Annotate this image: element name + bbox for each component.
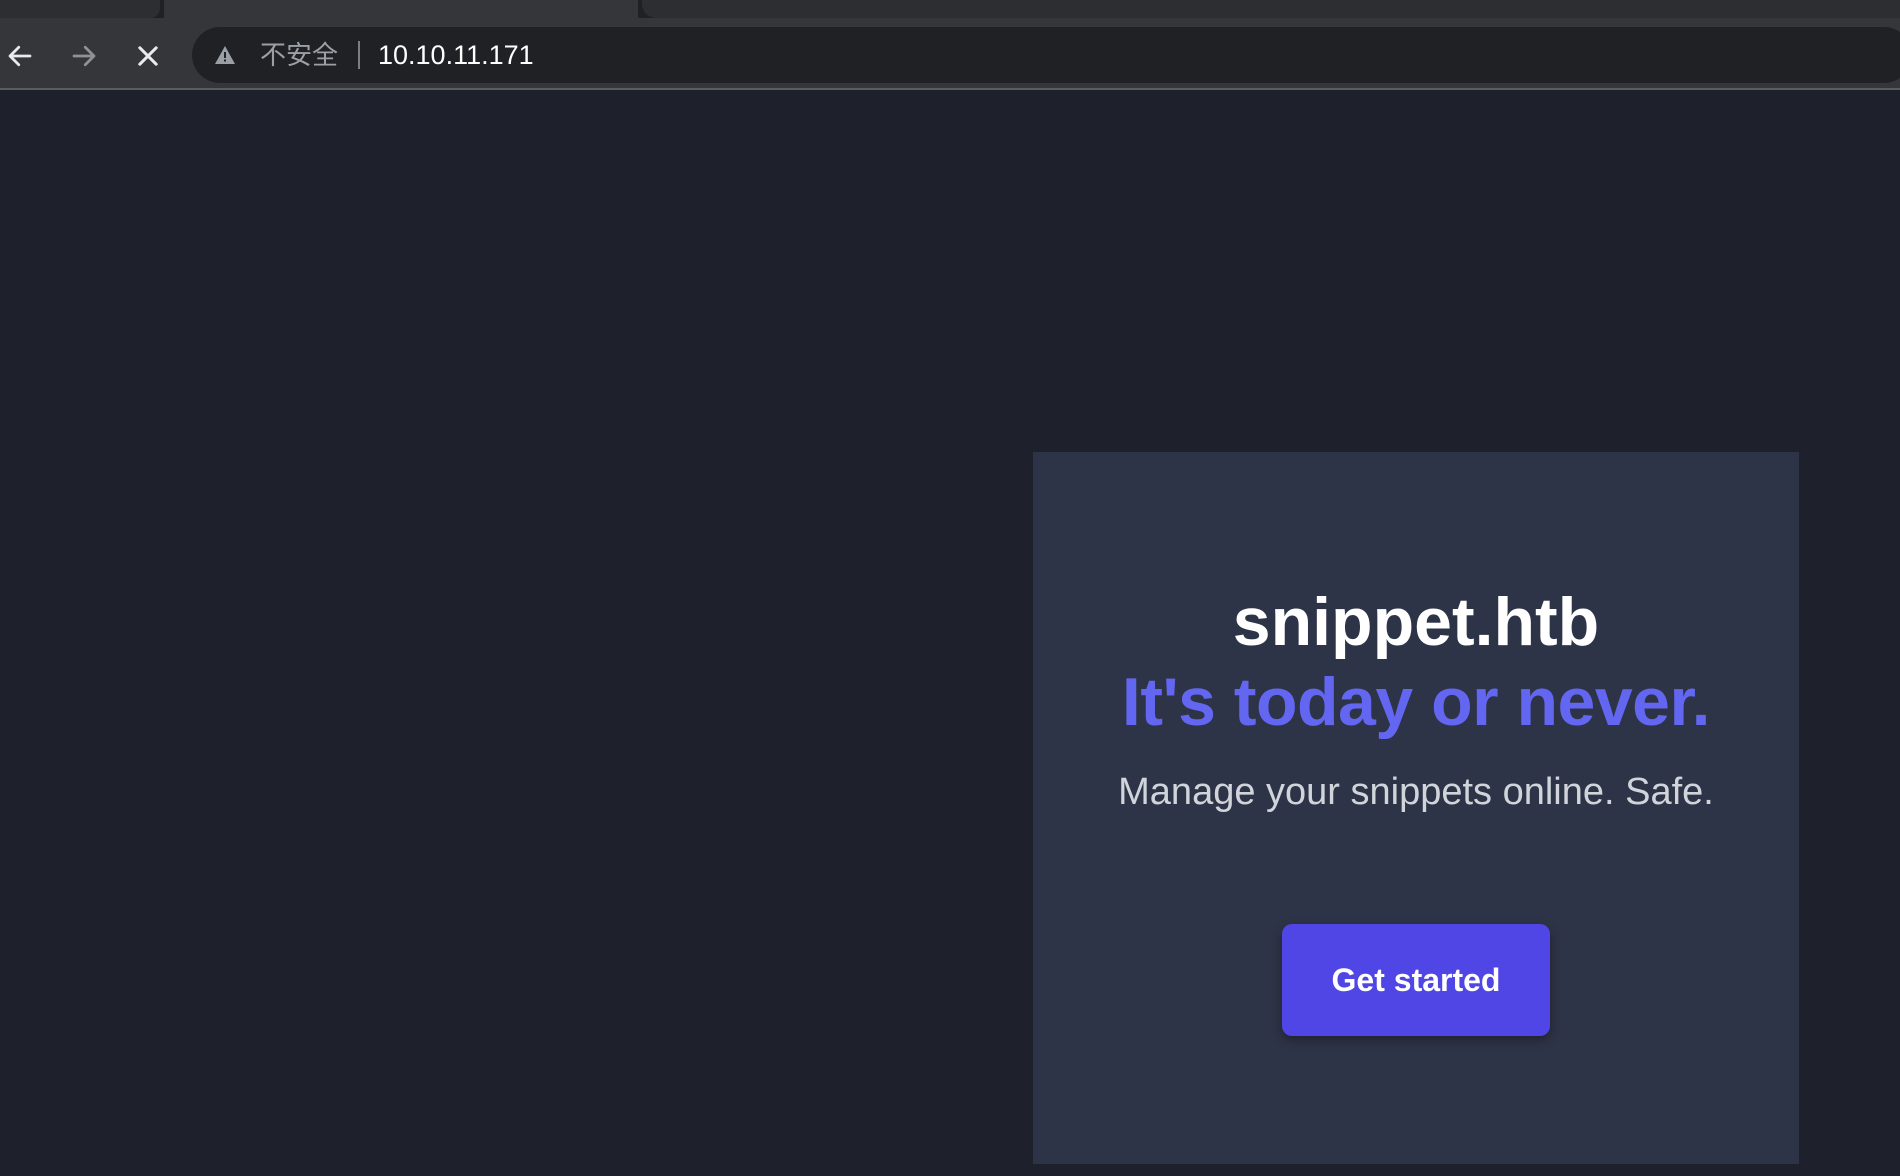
hero-subtext: Manage your snippets online. Safe. — [1118, 771, 1714, 813]
arrow-left-icon — [8, 45, 32, 67]
forward-button[interactable] — [64, 36, 104, 76]
page-content: snippet.htb It's today or never. Manage … — [0, 92, 1900, 1176]
hero-card: snippet.htb It's today or never. Manage … — [1033, 452, 1799, 1164]
get-started-button[interactable]: Get started — [1282, 924, 1550, 1036]
back-button[interactable] — [0, 36, 40, 76]
browser-tab[interactable] — [0, 0, 160, 18]
browser-tab-active[interactable] — [164, 0, 638, 18]
site-brand-title: snippet.htb — [1232, 584, 1600, 660]
security-status-label[interactable]: 不安全 — [260, 41, 338, 69]
url-divider — [358, 41, 360, 69]
close-icon — [138, 46, 158, 66]
url-text[interactable]: 10.10.11.171 — [378, 41, 534, 69]
browser-tab[interactable] — [642, 0, 1900, 18]
warning-icon[interactable] — [214, 45, 236, 65]
hero-tagline: It's today or never. — [1121, 664, 1711, 740]
arrow-right-icon — [72, 45, 96, 67]
address-bar[interactable]: 不安全 10.10.11.171 — [192, 27, 1900, 83]
browser-toolbar: 不安全 10.10.11.171 — [0, 18, 1900, 90]
stop-loading-button[interactable] — [128, 36, 168, 76]
